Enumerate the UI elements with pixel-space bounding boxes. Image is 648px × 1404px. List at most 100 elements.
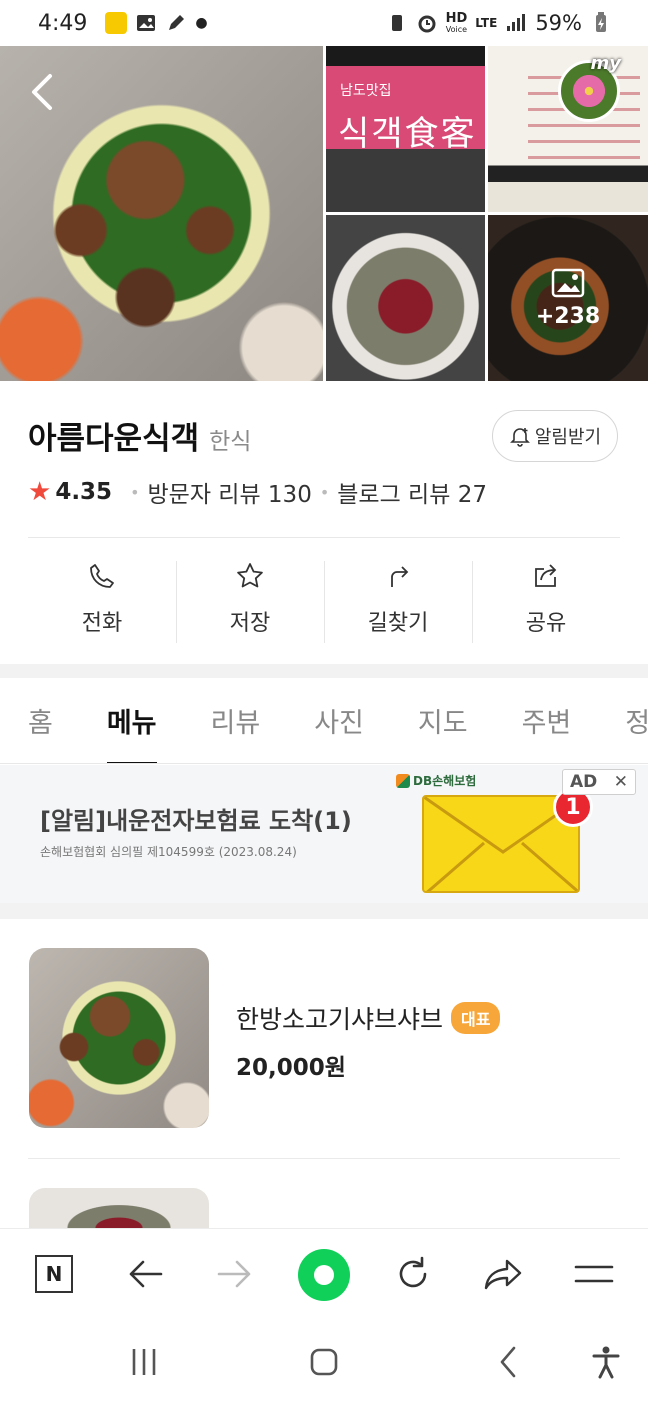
- tab-map[interactable]: 지도: [418, 678, 468, 763]
- back-button[interactable]: [120, 1249, 170, 1299]
- back-icon: [129, 1260, 163, 1288]
- ad-banner[interactable]: [알림]내운전자보험료 도착(1) 손해보험협회 심의필 제104599호 (2…: [0, 765, 648, 903]
- image-icon: [551, 268, 585, 297]
- title-row: 아름다운식객 한식: [28, 413, 251, 458]
- recent-apps-icon: [132, 1349, 156, 1375]
- save-label: 저장: [229, 611, 271, 636]
- section-gap: [0, 664, 648, 678]
- edit-icon: [165, 12, 187, 34]
- green-dot-button[interactable]: [298, 1249, 350, 1301]
- tab-nearby[interactable]: 주변: [522, 678, 572, 763]
- battery-icon: [590, 12, 612, 34]
- naver-n-icon: N: [35, 1255, 73, 1293]
- share-arrow-icon: [484, 1259, 522, 1290]
- hamburger-icon: [574, 1265, 614, 1283]
- battery-percent: 59%: [535, 11, 582, 35]
- my-label: my: [590, 53, 622, 74]
- forward-button[interactable]: [210, 1249, 260, 1299]
- more-photos-tile[interactable]: +238: [488, 215, 648, 381]
- recent-apps-button[interactable]: [124, 1342, 164, 1382]
- menu-item-photo-partial[interactable]: [29, 1188, 209, 1228]
- naver-home-button[interactable]: N: [29, 1249, 79, 1299]
- rating-star-icon: ★: [28, 477, 52, 507]
- separator: •: [319, 482, 330, 502]
- signal-icon: [505, 12, 527, 34]
- phone-icon: [90, 564, 114, 588]
- alarm-button-label: 알림받기: [534, 427, 602, 448]
- ad-title: [알림]내운전자보험료 도착(1): [40, 807, 352, 835]
- refresh-icon: [399, 1256, 427, 1288]
- tab-photo[interactable]: 사진: [314, 678, 364, 763]
- save-button[interactable]: 저장: [176, 561, 324, 643]
- directions-icon: [391, 566, 409, 587]
- place-category: 한식: [209, 429, 252, 455]
- home-icon: [310, 1348, 338, 1376]
- rating-score: 4.35: [55, 479, 113, 505]
- system-nav-bar: [0, 1320, 648, 1404]
- sign-big-text: 식객食客: [338, 114, 477, 154]
- visitor-reviews-link[interactable]: 방문자 리뷰 130: [148, 475, 312, 509]
- ad-text: AD: [570, 772, 598, 792]
- share-label: 공유: [525, 611, 567, 636]
- tab-home[interactable]: 홈: [28, 678, 53, 763]
- gallery-icon: [135, 12, 157, 34]
- home-button[interactable]: [304, 1342, 344, 1382]
- forward-icon: [217, 1260, 251, 1288]
- action-bar: 전화 저장 길찾기 공유: [28, 561, 620, 643]
- accessibility-icon: [592, 1346, 620, 1379]
- tab-review[interactable]: 리뷰: [211, 678, 261, 763]
- rating-row: ★ 4.35 • 방문자 리뷰 130 • 블로그 리뷰 27: [28, 475, 487, 509]
- bell-plus-icon: [509, 428, 530, 447]
- representative-badge: 대표: [451, 1002, 501, 1034]
- tab-bar: 홈 메뉴 리뷰 사진 지도 주변 정: [0, 678, 648, 764]
- system-back-button[interactable]: [488, 1342, 528, 1382]
- directions-button[interactable]: 길찾기: [324, 561, 472, 643]
- tab-menu[interactable]: 메뉴: [106, 678, 157, 763]
- more-notifications-dot: ●: [195, 15, 208, 31]
- more-photos-count: +238: [535, 303, 601, 329]
- vibrate-icon: [386, 12, 408, 34]
- star-icon: [237, 563, 263, 588]
- chevron-left-icon: [500, 1346, 516, 1378]
- share-icon: [535, 564, 557, 587]
- notification-app-icon: [105, 12, 128, 34]
- browser-toolbar: N: [0, 1228, 648, 1320]
- refresh-button[interactable]: [388, 1249, 438, 1299]
- ad-close-icon[interactable]: ✕: [614, 772, 628, 792]
- green-dot-icon: [314, 1265, 334, 1285]
- share-page-button[interactable]: [478, 1249, 528, 1299]
- menu-name-row: 한방소고기샤브샤브 대표: [236, 1000, 501, 1036]
- hd-voice-indicator: HD Voice: [445, 10, 468, 34]
- photo-grid[interactable]: 남도맛집 식객食客 +238 my: [0, 46, 648, 381]
- section-gap: [0, 903, 648, 919]
- sign-small-text: 남도맛집: [340, 83, 392, 99]
- menu-item-photo[interactable]: [29, 948, 209, 1128]
- share-button[interactable]: 공유: [472, 561, 620, 643]
- lte-indicator: LTE: [475, 16, 498, 30]
- menu-item-price: 20,000원: [236, 1055, 346, 1081]
- ad-brand: DB손해보험: [396, 772, 476, 789]
- alarm-icon: [416, 12, 438, 34]
- sign-photo[interactable]: 남도맛집 식객食客: [326, 46, 485, 212]
- place-name: 아름다운식객: [28, 421, 200, 457]
- directions-label: 길찾기: [367, 611, 429, 636]
- dish-photo[interactable]: [326, 215, 485, 381]
- my-profile-avatar[interactable]: my: [558, 53, 621, 122]
- ad-label[interactable]: AD ✕: [562, 769, 636, 795]
- menu-item[interactable]: 한방소고기샤브샤브 대표 20,000원: [29, 948, 620, 1130]
- menu-button[interactable]: [569, 1249, 619, 1299]
- blog-reviews-link[interactable]: 블로그 리뷰 27: [337, 475, 487, 509]
- divider: [28, 537, 620, 538]
- divider: [28, 1158, 620, 1159]
- separator: •: [130, 482, 140, 502]
- alarm-button[interactable]: 알림받기: [492, 410, 618, 462]
- call-label: 전화: [81, 611, 123, 636]
- tab-info[interactable]: 정: [625, 678, 648, 763]
- more-photos-overlay: +238: [488, 215, 648, 381]
- ad-subtitle: 손해보험협회 심의필 제104599호 (2023.08.24): [40, 845, 297, 859]
- status-time: 4:49: [38, 10, 88, 36]
- back-arrow-icon[interactable]: [28, 72, 58, 112]
- accessibility-button[interactable]: [586, 1342, 626, 1382]
- call-button[interactable]: 전화: [28, 561, 176, 643]
- db-logo-icon: [396, 773, 410, 788]
